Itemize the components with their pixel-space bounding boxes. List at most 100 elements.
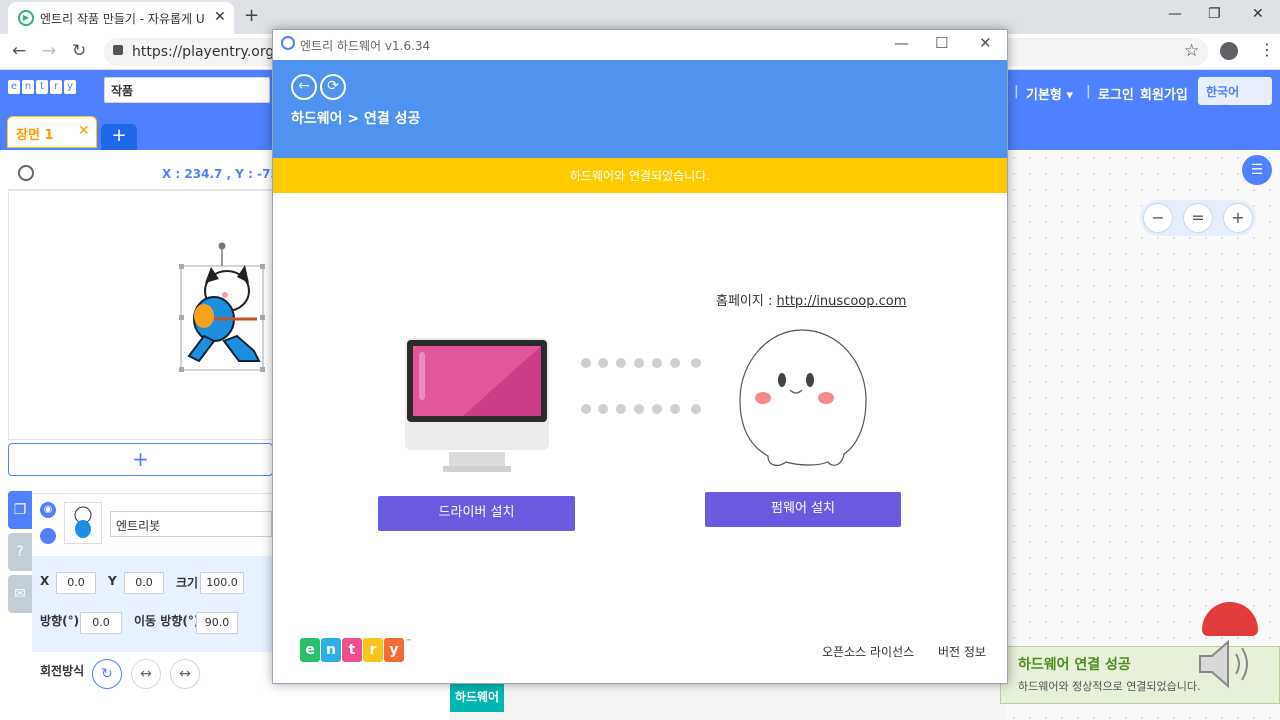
browser-menu-icon[interactable]: ⋮	[1259, 40, 1275, 59]
entrybot-sprite[interactable]	[9, 191, 274, 441]
y-input[interactable]: 0.0	[124, 572, 164, 594]
project-name-input[interactable]: 작품	[104, 77, 270, 103]
rotate-horizontal-icon[interactable]: ↔	[131, 659, 161, 689]
block-menu-area	[450, 683, 1006, 720]
y-label: Y	[108, 574, 117, 588]
move-direction-input[interactable]: 90.0	[196, 612, 238, 634]
zoom-out-button[interactable]: −	[1143, 203, 1173, 233]
rotate-free-icon[interactable]: ↻	[92, 659, 122, 689]
dialog-maximize-button[interactable]: ☐	[935, 34, 948, 52]
window-restore-button[interactable]: ❐	[1208, 6, 1221, 22]
footer-logo-letter: e	[300, 638, 320, 662]
login-link[interactable]: 로그인	[1098, 84, 1134, 103]
speedometer-icon[interactable]	[18, 165, 34, 181]
logo-letter: e	[8, 80, 20, 94]
browser-tab[interactable]: ▶ 엔트리 작품 만들기 - 자유롭게 U ✕	[8, 2, 234, 34]
entry-logo[interactable]: entry	[8, 78, 78, 94]
stage-canvas[interactable]	[8, 190, 273, 440]
left-side-menu: ❐ ? ✉	[8, 491, 32, 621]
connection-dot	[652, 358, 662, 368]
zoom-reset-button[interactable]: =	[1183, 203, 1213, 233]
open-source-license-link[interactable]: 오픈소스 라이선스	[822, 643, 914, 660]
bookmark-star-icon[interactable]: ☆	[1184, 41, 1199, 61]
footer-logo-letter: t	[342, 638, 362, 662]
help-icon[interactable]: ?	[8, 533, 32, 571]
window-minimize-button[interactable]: —	[1168, 6, 1182, 22]
connection-dot	[670, 358, 680, 368]
footer-logo-mark: ™	[405, 638, 412, 646]
speaker-icon[interactable]	[1196, 636, 1258, 692]
entry-footer-logo: e n t r y ™	[300, 638, 412, 662]
direction-label: 방향(°)	[40, 614, 80, 628]
message-icon[interactable]: ✉	[8, 575, 32, 613]
robot-device-icon	[738, 328, 868, 473]
add-object-button[interactable]: +	[8, 443, 273, 476]
lock-object-icon[interactable]	[40, 528, 56, 544]
homepage-link[interactable]: http://inuscoop.com	[777, 294, 907, 309]
driver-install-button[interactable]: 드라이버 설치	[378, 496, 575, 531]
x-input[interactable]: 0.0	[56, 572, 96, 594]
object-thumbnail[interactable]	[64, 502, 102, 544]
move-direction-label: 이동 방향(°)	[134, 614, 200, 628]
logo-letter: t	[36, 80, 48, 94]
firmware-install-button[interactable]: 펌웨어 설치	[705, 492, 901, 527]
mode-basic-menu[interactable]: 기본형 ▾	[1026, 84, 1073, 103]
toast-title: 하드웨어 연결 성공	[1018, 657, 1131, 673]
visibility-eye-icon[interactable]: ◉	[40, 502, 56, 518]
dialog-close-button[interactable]: ✕	[979, 34, 992, 52]
size-input[interactable]: 100.0	[200, 572, 244, 594]
scene-tab-label: 장면 1	[16, 128, 54, 143]
back-icon[interactable]: ←	[12, 41, 26, 61]
zoom-in-button[interactable]: +	[1223, 203, 1253, 233]
new-tab-button[interactable]: +	[244, 5, 259, 26]
logo-letter: y	[64, 80, 76, 94]
signup-link[interactable]: 회원가입	[1140, 84, 1188, 103]
entry-hw-app-icon	[281, 36, 295, 50]
header-divider: |	[1014, 84, 1019, 99]
homepage-line: 홈페이지 : http://inuscoop.com	[716, 290, 906, 309]
language-select[interactable]: 한국어 ▾	[1198, 77, 1272, 114]
scene-close-icon[interactable]: ✕	[78, 123, 90, 139]
connection-dot	[691, 358, 701, 368]
language-label: 한국어	[1206, 85, 1240, 99]
hardware-category-tab[interactable]: 하드웨어	[450, 682, 504, 712]
chat-icon[interactable]: ☰	[1242, 155, 1272, 185]
back-circle-icon[interactable]: ←	[291, 74, 317, 100]
status-banner-text: 하드웨어와 연결되었습니다.	[569, 169, 711, 183]
connection-dot	[616, 404, 626, 414]
computer-icon	[403, 336, 551, 479]
add-scene-button[interactable]: +	[101, 124, 137, 150]
dialog-minimize-button[interactable]: —	[894, 34, 909, 52]
toast-message: 하드웨어와 정상적으로 연결되었습니다.	[1018, 680, 1201, 693]
chevron-down-icon: ▾	[1066, 88, 1073, 103]
tab-title: 엔트리 작품 만들기 - 자유롭게 U	[40, 12, 205, 26]
connection-dot	[598, 358, 608, 368]
connection-dot	[634, 404, 644, 414]
footer-logo-letter: n	[321, 638, 341, 662]
object-list-icon[interactable]: ❐	[8, 491, 32, 529]
connection-dot	[652, 404, 662, 414]
version-info-link[interactable]: 버전 정보	[938, 643, 986, 660]
rotate-none-icon[interactable]: ↔	[170, 659, 200, 689]
chevron-down-icon: ▾	[1222, 100, 1229, 114]
logo-letter: r	[50, 80, 62, 94]
rotation-label: 회전방식	[40, 664, 85, 678]
connection-dot	[581, 358, 591, 368]
size-label: 크기	[176, 576, 199, 590]
tab-close-icon[interactable]: ✕	[214, 9, 226, 25]
profile-avatar-icon[interactable]	[1220, 42, 1238, 60]
direction-input[interactable]: 0.0	[80, 612, 122, 634]
window-close-button[interactable]: ✕	[1252, 6, 1264, 22]
connection-dot	[670, 404, 680, 414]
footer-logo-letter: y	[384, 638, 404, 662]
connection-dot	[598, 404, 608, 414]
refresh-circle-icon[interactable]: ⟳	[320, 74, 346, 100]
header-divider: |	[1086, 84, 1091, 99]
forward-icon[interactable]: →	[42, 41, 56, 61]
object-name-input[interactable]: 엔트리봇	[110, 511, 272, 537]
footer-logo-letter: r	[363, 638, 383, 662]
logo-letter: n	[22, 80, 34, 94]
lock-icon	[113, 45, 123, 55]
connection-dot	[634, 358, 644, 368]
reload-icon[interactable]: ↻	[72, 41, 86, 61]
